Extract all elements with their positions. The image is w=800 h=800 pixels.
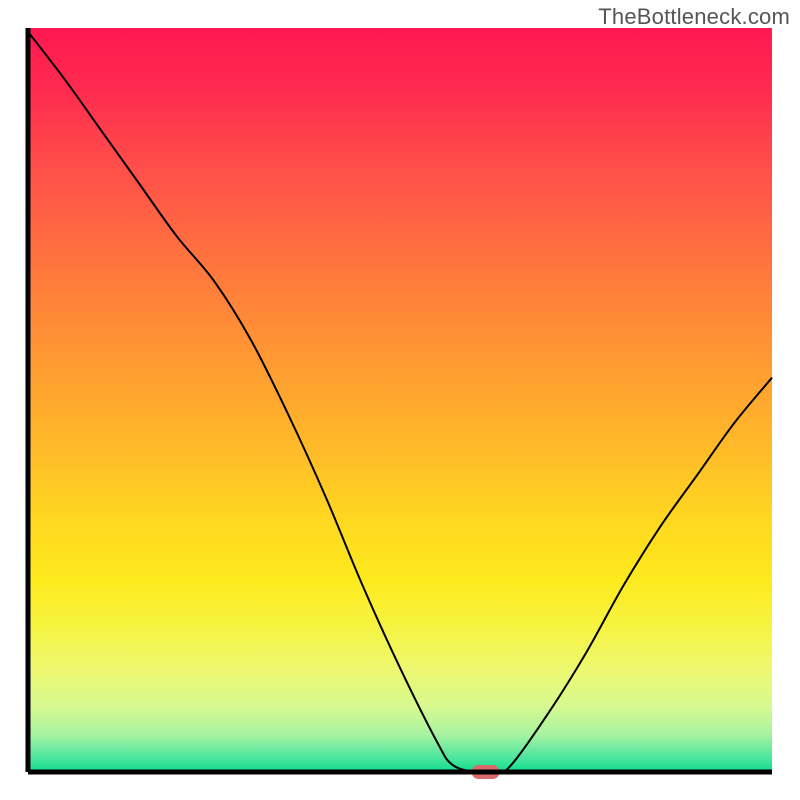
bottleneck-chart bbox=[0, 0, 800, 800]
watermark-text: TheBottleneck.com bbox=[598, 4, 790, 30]
chart-container: TheBottleneck.com bbox=[0, 0, 800, 800]
gradient-background bbox=[28, 28, 772, 772]
